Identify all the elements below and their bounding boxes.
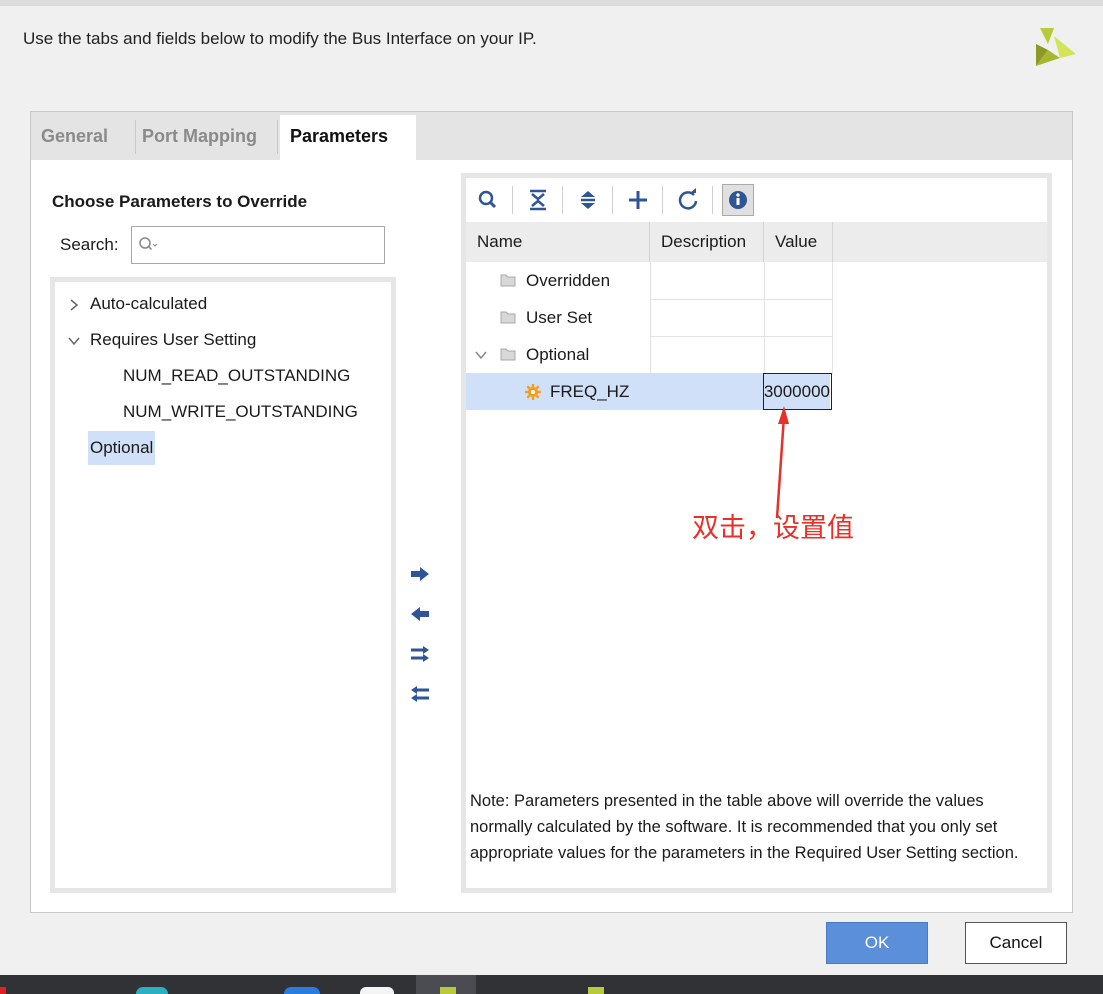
- folder-icon: [500, 311, 516, 324]
- vivado-logo-icon: [1036, 28, 1076, 66]
- tree-item-num-write-outstanding[interactable]: NUM_WRITE_OUTSTANDING: [123, 395, 358, 429]
- tab-general[interactable]: General: [31, 115, 118, 160]
- cancel-button[interactable]: Cancel: [965, 922, 1067, 964]
- window-top-bar: [0, 0, 1103, 6]
- refresh-icon[interactable]: [672, 184, 704, 216]
- tree-item-auto-calculated[interactable]: Auto-calculated: [90, 287, 207, 321]
- info-button[interactable]: [722, 184, 754, 216]
- column-header-value[interactable]: Value: [764, 222, 833, 262]
- annotation-text: 双击，设置值: [692, 513, 854, 544]
- taskbar-app-icon[interactable]: [136, 987, 168, 994]
- add-icon[interactable]: [622, 184, 654, 216]
- tab-parameters[interactable]: Parameters: [280, 115, 416, 160]
- table-row-optional[interactable]: Optional: [466, 336, 832, 373]
- move-all-left-arrow-icon[interactable]: [409, 685, 431, 703]
- chevron-right-icon[interactable]: [67, 298, 81, 312]
- toolbar-divider: [612, 186, 613, 214]
- tab-port-mapping[interactable]: Port Mapping: [132, 115, 267, 160]
- row-name: Overridden: [526, 271, 611, 290]
- move-right-arrow-icon[interactable]: [409, 565, 431, 583]
- table-toolbar: [466, 178, 1047, 222]
- tab-bar: General Port Mapping Parameters: [31, 112, 1072, 160]
- tree-item-num-read-outstanding[interactable]: NUM_READ_OUTSTANDING: [123, 359, 350, 393]
- taskbar-app-icon[interactable]: [284, 987, 320, 994]
- bus-interface-panel: General Port Mapping Parameters Choose P…: [30, 111, 1073, 913]
- row-name: Optional: [526, 345, 590, 364]
- toolbar-divider: [512, 186, 513, 214]
- row-name: User Set: [526, 308, 593, 327]
- column-header-description[interactable]: Description: [650, 222, 764, 262]
- search-icon[interactable]: [472, 184, 504, 216]
- info-icon: [729, 191, 747, 209]
- parameters-tab-content: Choose Parameters to Override Search: Au…: [31, 160, 1072, 912]
- toolbar-divider: [562, 186, 563, 214]
- taskbar-app-icon[interactable]: [0, 987, 6, 994]
- search-input[interactable]: [131, 226, 385, 264]
- tree-item-optional[interactable]: Optional: [88, 431, 156, 465]
- expand-all-icon[interactable]: [572, 184, 604, 216]
- column-divider: [832, 262, 833, 373]
- table-row-overridden[interactable]: Overridden: [466, 262, 832, 299]
- left-panel-title: Choose Parameters to Override: [52, 192, 308, 211]
- chevron-down-icon[interactable]: [67, 334, 81, 348]
- search-icon: [139, 237, 158, 251]
- search-label: Search:: [60, 235, 119, 254]
- note-text: Note: Parameters presented in the table …: [470, 792, 1019, 862]
- move-all-right-arrow-icon[interactable]: [409, 645, 431, 663]
- row-name: FREQ_HZ: [550, 382, 630, 401]
- taskbar-vivado-icon[interactable]: [588, 987, 604, 994]
- folder-icon: [500, 348, 516, 361]
- table-row-user-set[interactable]: User Set: [466, 299, 832, 336]
- taskbar-vivado-icon: [440, 987, 456, 994]
- dialog-description: Use the tabs and fields below to modify …: [23, 29, 537, 48]
- collapse-all-icon[interactable]: [522, 184, 554, 216]
- table-header: Name Description Value: [466, 222, 1047, 262]
- gear-icon: [525, 384, 541, 400]
- tree-item-requires-user-setting[interactable]: Requires User Setting: [90, 323, 256, 357]
- tab-divider: [277, 120, 278, 154]
- parameter-tree: Auto-calculated Requires User Setting NU…: [50, 277, 396, 893]
- taskbar-app-icon[interactable]: [360, 987, 394, 994]
- folder-icon: [500, 274, 516, 287]
- chevron-down-icon[interactable]: [474, 348, 488, 362]
- toolbar-divider: [712, 186, 713, 214]
- move-left-arrow-icon[interactable]: [409, 605, 431, 623]
- toolbar-divider: [662, 186, 663, 214]
- ok-button[interactable]: OK: [826, 922, 928, 964]
- column-header-name[interactable]: Name: [466, 222, 650, 262]
